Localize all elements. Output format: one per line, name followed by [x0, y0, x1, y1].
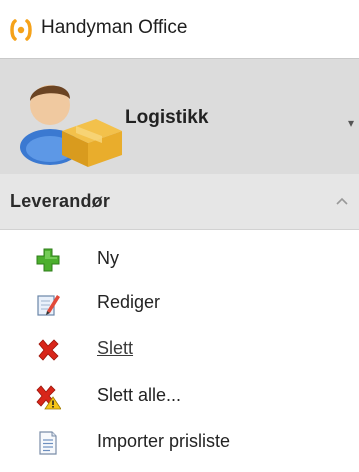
action-item-new[interactable]: Ny [0, 235, 359, 279]
logistics-user-box-icon [20, 85, 122, 167]
chevron-down-icon[interactable]: ▾ [348, 117, 359, 129]
action-label-delete: Slett [97, 338, 134, 358]
action-label-import-pricelist: Importer prisliste [97, 431, 231, 451]
action-item-import-pricelist[interactable]: Importer prisliste [0, 418, 359, 462]
document-icon [39, 431, 57, 455]
chevron-up-icon[interactable] [335, 196, 349, 206]
app-title: Handyman Office [41, 17, 188, 38]
module-title: Logistikk [125, 107, 209, 128]
action-label-new: Ny [97, 248, 119, 268]
section-header[interactable]: Leverandør [0, 174, 359, 230]
section-title: Leverandør [10, 191, 111, 211]
action-item-edit[interactable]: Rediger [0, 279, 359, 323]
action-label-delete-all: Slett alle... [97, 385, 182, 405]
delete-icon [38, 339, 59, 361]
action-item-delete-all[interactable]: Slett alle... [0, 372, 359, 416]
app-logo-icon [10, 19, 32, 41]
action-label-edit: Rediger [97, 292, 161, 312]
title-bar: Handyman Office [0, 0, 359, 58]
delete-all-warning-icon [36, 385, 61, 410]
module-header[interactable]: Logistikk ▾ [0, 58, 359, 175]
edit-icon [37, 295, 60, 316]
plus-icon [36, 248, 60, 272]
action-item-delete[interactable]: Slett [0, 325, 359, 369]
